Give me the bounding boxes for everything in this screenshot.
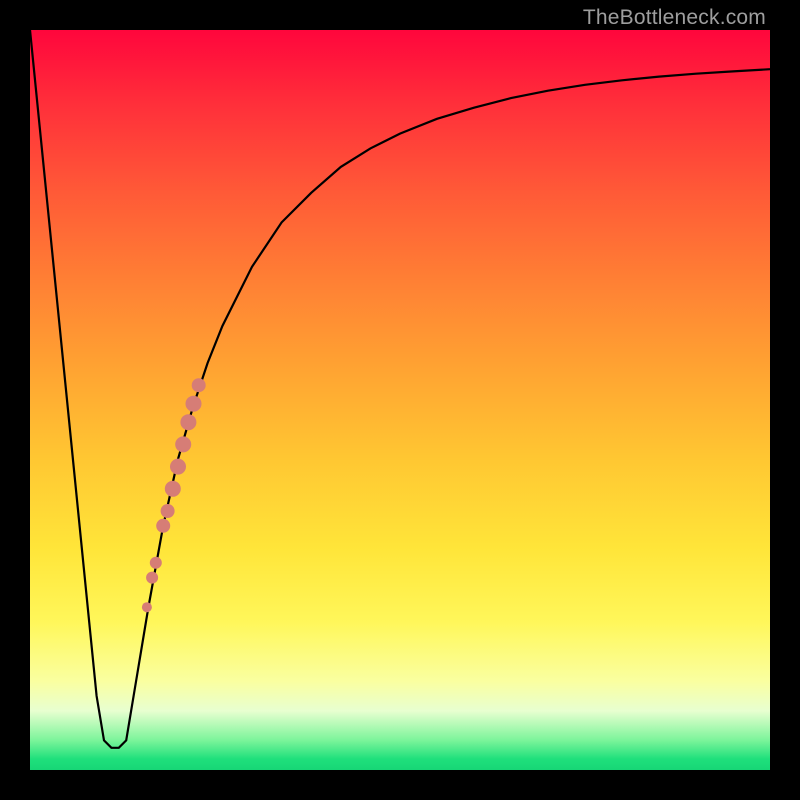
highlight-marker (165, 481, 181, 497)
highlight-marker (180, 414, 196, 430)
chart-svg (30, 30, 770, 770)
highlight-marker (146, 572, 158, 584)
marker-group (142, 378, 206, 612)
highlight-marker (161, 504, 175, 518)
bottleneck-curve (30, 30, 770, 748)
highlight-marker (186, 396, 202, 412)
highlight-marker (142, 602, 152, 612)
highlight-marker (192, 378, 206, 392)
plot-area (30, 30, 770, 770)
highlight-marker (156, 519, 170, 533)
chart-frame: TheBottleneck.com (0, 0, 800, 800)
highlight-marker (175, 436, 191, 452)
highlight-marker (170, 459, 186, 475)
highlight-marker (150, 557, 162, 569)
watermark-text: TheBottleneck.com (583, 6, 766, 30)
